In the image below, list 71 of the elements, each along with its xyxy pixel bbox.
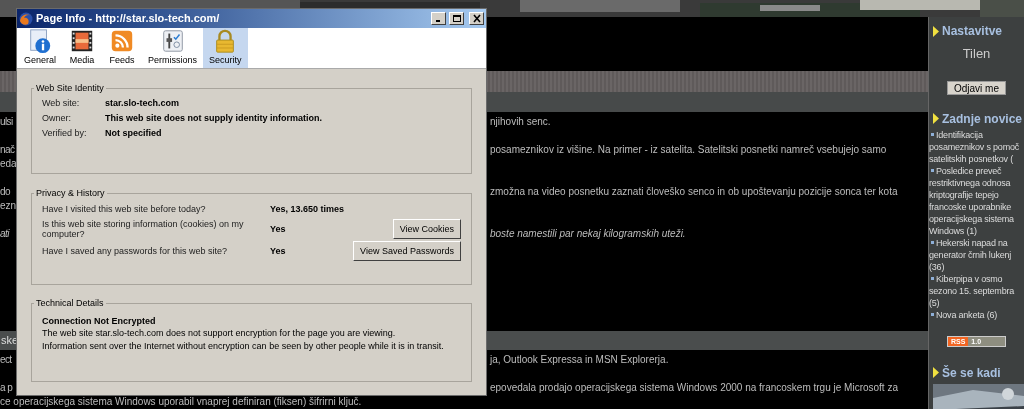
news-link[interactable]: (5)	[929, 296, 940, 309]
group-title: Web Site Identity	[35, 82, 105, 95]
field-value: star.slo-tech.com	[105, 96, 180, 110]
group-title: Technical Details	[35, 297, 105, 310]
status-heading: Connection Not Encrypted	[42, 314, 157, 327]
close-icon	[471, 14, 482, 23]
close-button[interactable]	[469, 12, 484, 25]
field-label: Verified by:	[42, 126, 88, 140]
article-text: ulsi	[0, 116, 13, 128]
article-text: njihovih senc.	[490, 115, 551, 130]
question-text: Have I visited this web site before today?	[42, 204, 207, 214]
news-link[interactable]: sezono 15. septembra	[929, 284, 1015, 297]
group-title: Privacy & History	[35, 187, 106, 200]
window-title: Page Info - http://star.slo-tech.com/	[36, 11, 221, 27]
sidebar-heading: Nastavitve	[942, 23, 1003, 40]
article-text: do	[0, 186, 10, 198]
article-text: nač	[0, 144, 15, 156]
minimize-button[interactable]	[431, 12, 446, 25]
bullet-icon	[931, 241, 934, 244]
article-text: boste namestili par nekaj kilogramskih uteži.	[490, 227, 686, 242]
article-text: eda	[0, 158, 17, 170]
article-text: ati	[0, 228, 9, 240]
question-text: Have I saved any passwords for this web site?	[42, 245, 229, 256]
sidebar-heading: Zadnje novice	[942, 110, 1023, 128]
bullet-icon	[931, 169, 934, 172]
news-link[interactable]: (36)	[929, 260, 945, 273]
field-label: Owner:	[42, 111, 72, 125]
news-link[interactable]: Windows (1)	[929, 224, 977, 237]
article-text: ja, Outlook Expressa in MSN Explorerja.	[490, 353, 669, 367]
triangle-icon	[933, 113, 939, 124]
article-text: ezn	[0, 200, 17, 212]
article-text: posameznikov iz višine. Na primer - iz satelita. Satelitski posnetki namreč vsebujejo samo	[490, 143, 887, 158]
field-value: This web site does not supply identity information.	[105, 111, 322, 125]
news-link[interactable]: kriptografije tepejo	[929, 188, 999, 201]
answer-text: Yes, 13.650 times	[270, 204, 346, 214]
bullet-icon	[931, 277, 934, 280]
answer-text: Yes	[270, 245, 287, 256]
article-text: ce operacijskega sistema Windows uporabil vnaprej definiran (fiksen) šifrirni ključ.	[0, 396, 362, 407]
news-link[interactable]: Hekerski napad na	[936, 236, 1008, 249]
triangle-icon	[933, 367, 939, 378]
description-text: Information sent over the Internet without encryption can be seen by other people while it is in transit.	[42, 339, 445, 353]
logout-button[interactable]: Odjavi me	[947, 80, 1006, 95]
view-button[interactable]: View Saved Passwords	[353, 240, 461, 261]
news-link[interactable]: Nova anketa (6)	[936, 308, 998, 321]
news-link[interactable]: operacijskega sistema	[929, 212, 1014, 225]
news-link[interactable]: Kiberpipa v osmo	[936, 272, 1003, 285]
news-link[interactable]: Posledice preveč	[936, 164, 1002, 177]
news-link[interactable]: francoske uporabnike	[929, 200, 1012, 213]
news-link[interactable]: generator črnih lukenj	[929, 248, 1012, 261]
maximize-icon	[451, 14, 462, 23]
field-value: Not specified	[105, 126, 162, 140]
article-text: a p	[0, 382, 13, 393]
bullet-icon	[931, 313, 934, 316]
sidebar-heading: Še se kadi	[942, 364, 1001, 382]
user-name: Tilen	[961, 45, 992, 63]
field-label: Web site:	[42, 96, 81, 110]
question-text: Is this web site storing information (cookies) on my computer?	[42, 218, 245, 239]
maximize-button[interactable]	[449, 12, 464, 25]
answer-text: Yes	[270, 223, 287, 234]
news-link[interactable]: posameznikov s pomoč	[929, 140, 1020, 153]
triangle-icon	[933, 25, 939, 37]
bullet-icon	[931, 133, 934, 136]
tab[interactable]: Security	[203, 28, 248, 68]
article-text: epovedala prodajo operacijskega sistema Windows 2000 na francoskem trgu je Microsoft za	[490, 381, 898, 395]
article-text: ect	[0, 354, 12, 365]
view-button[interactable]: View Cookies	[392, 218, 461, 239]
news-link[interactable]: restriktivnega odnosa	[929, 176, 1011, 189]
news-link[interactable]: Identifikacija	[936, 128, 983, 141]
globe-icon	[19, 11, 33, 26]
news-link[interactable]: satelitskih posnetkov (	[929, 152, 1013, 165]
article-text: zmožna na video posnetku zaznati človeško senco in ob upoštevanju pozicije sonca ter kota	[490, 185, 898, 200]
